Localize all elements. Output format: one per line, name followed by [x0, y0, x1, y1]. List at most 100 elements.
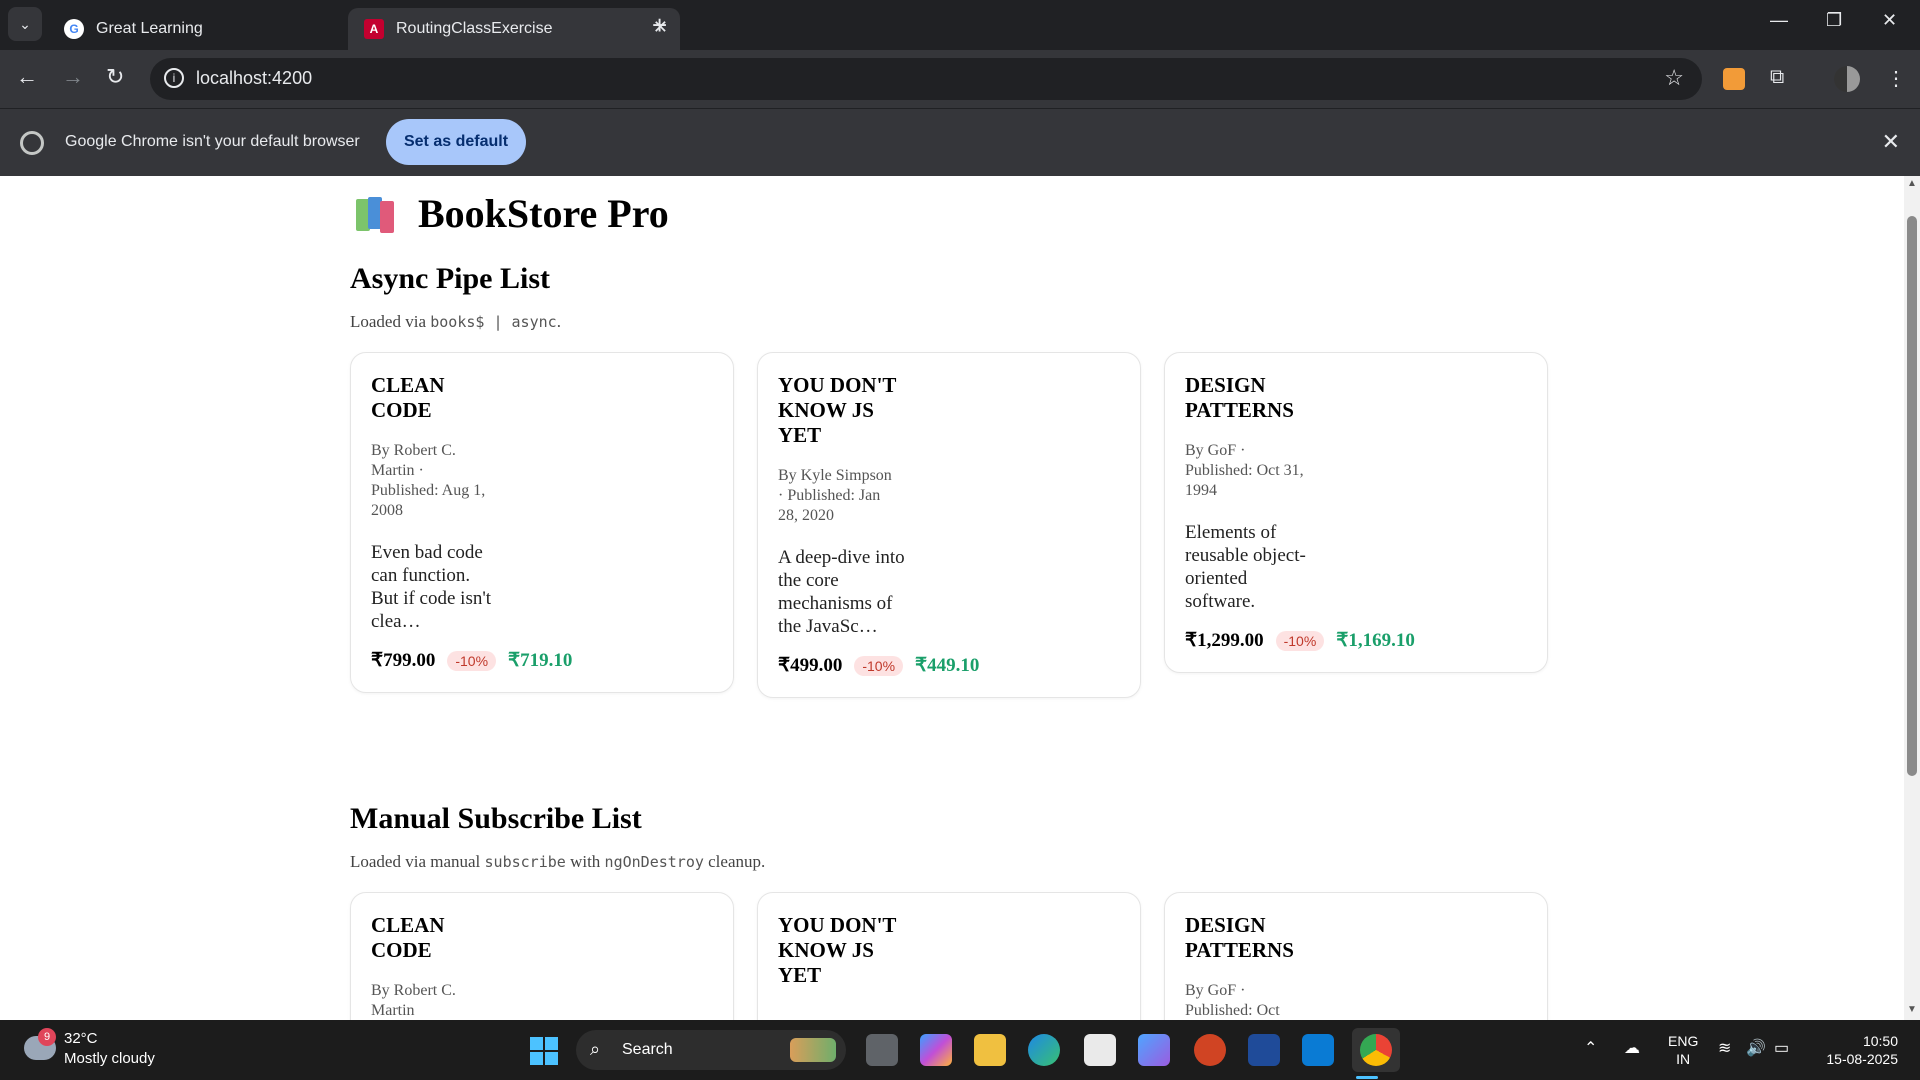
- extension-icon[interactable]: [1723, 68, 1745, 90]
- search-highlight-icon: [790, 1038, 836, 1062]
- book-title: YOU DON'T KNOW JS YET: [778, 373, 897, 447]
- copilot-icon[interactable]: [920, 1034, 952, 1066]
- profile-avatar[interactable]: [1834, 66, 1860, 92]
- search-label: Search: [622, 1041, 673, 1058]
- battery-icon[interactable]: ▭: [1774, 1038, 1789, 1058]
- new-tab-button[interactable]: +: [652, 10, 667, 41]
- sub-text: .: [556, 312, 561, 331]
- book-title: CLEAN CODE: [371, 913, 445, 962]
- tab-search-button[interactable]: ⌄: [8, 7, 42, 41]
- app-icon[interactable]: [1302, 1034, 1334, 1066]
- book-card: YOU DON'T KNOW JS YET: [757, 892, 1141, 1020]
- extensions-puzzle-icon[interactable]: ⧉: [1770, 66, 1784, 89]
- book-meta: By Robert C. Martin · Published: Aug 1, …: [371, 442, 486, 519]
- lang-line: IN: [1676, 1051, 1691, 1067]
- book-description: A deep-dive into the core mechanisms of …: [778, 547, 905, 637]
- microsoft-store-icon[interactable]: [1084, 1034, 1116, 1066]
- tab-routing-class-exercise[interactable]: A RoutingClassExercise ✕: [348, 8, 680, 50]
- original-price: ₹799.00: [371, 650, 436, 671]
- book-title: CLEAN CODE: [371, 373, 445, 422]
- tab-great-learning[interactable]: G Great Learning ✕: [48, 8, 380, 50]
- minimize-icon[interactable]: —: [1770, 10, 1788, 31]
- onedrive-icon[interactable]: ☁: [1624, 1038, 1640, 1058]
- section-subtitle-manual: Loaded via manual subscribe with ngOnDes…: [350, 852, 765, 872]
- browser-toolbar: ← → ↻ i localhost:4200 ☆ ⧉ ⋮: [0, 50, 1920, 108]
- scrollbar-thumb[interactable]: [1907, 216, 1917, 776]
- book-price-row: ₹499.00 -10% ₹449.10: [778, 654, 1120, 677]
- windows-taskbar: 9 32°C Mostly cloudy ⌕ Search ⌃ ☁ ENG IN…: [0, 1020, 1920, 1080]
- file-explorer-icon[interactable]: [974, 1034, 1006, 1066]
- system-clock[interactable]: 10:50 15-08-2025: [1818, 1032, 1898, 1068]
- chrome-icon[interactable]: [1360, 1034, 1392, 1066]
- close-infobar-icon[interactable]: ✕: [1882, 129, 1900, 155]
- microsoft-365-icon[interactable]: [1138, 1034, 1170, 1066]
- page-content: BookStore Pro Async Pipe List Loaded via…: [0, 176, 1904, 1020]
- tab-title: RoutingClassExercise: [396, 20, 553, 37]
- site-title: BookStore Pro: [418, 191, 669, 236]
- book-title: DESIGN PATTERNS: [1185, 913, 1294, 962]
- active-app-indicator: [1356, 1076, 1378, 1079]
- final-price: ₹449.10: [915, 655, 980, 676]
- sub-code: books$ | async: [430, 313, 557, 331]
- volume-icon[interactable]: 🔊: [1746, 1038, 1766, 1058]
- book-meta: By GoF · Published: Oct: [1185, 982, 1280, 1019]
- discount-badge: -10%: [447, 650, 497, 671]
- infobar-message: Google Chrome isn't your default browser: [65, 133, 360, 150]
- language-indicator[interactable]: ENG IN: [1668, 1032, 1698, 1068]
- scroll-down-icon[interactable]: ▼: [1907, 1004, 1917, 1015]
- task-view-icon[interactable]: [866, 1034, 898, 1066]
- search-icon: ⌕: [590, 1039, 601, 1059]
- weather-temperature: 32°C: [64, 1030, 98, 1047]
- taskbar-search[interactable]: ⌕ Search: [576, 1030, 846, 1070]
- chevron-down-icon: ⌄: [19, 15, 31, 32]
- google-g-icon: G: [64, 19, 84, 39]
- wifi-icon[interactable]: ≋: [1718, 1038, 1731, 1058]
- close-window-icon[interactable]: ✕: [1882, 10, 1897, 31]
- book-card: CLEAN CODE By Robert C. Martin · Publish…: [350, 352, 734, 693]
- sub-text: Loaded via: [350, 312, 431, 331]
- set-as-default-button[interactable]: Set as default: [386, 119, 526, 165]
- restore-icon[interactable]: ❐: [1826, 10, 1842, 31]
- address-bar[interactable]: i localhost:4200 ☆: [150, 58, 1702, 100]
- bookmark-star-icon[interactable]: ☆: [1664, 65, 1684, 91]
- weather-description: Mostly cloudy: [64, 1050, 155, 1067]
- book-price-row: ₹799.00 -10% ₹719.10: [371, 649, 713, 672]
- book-description: Elements of reusable object-oriented sof…: [1185, 522, 1306, 612]
- book-meta: By Kyle Simpson · Published: Jan 28, 202…: [778, 467, 892, 524]
- original-price: ₹499.00: [778, 655, 843, 676]
- edge-icon[interactable]: [1028, 1034, 1060, 1066]
- reload-icon[interactable]: ↻: [106, 64, 124, 90]
- default-browser-infobar: Google Chrome isn't your default browser…: [0, 108, 1920, 177]
- powerpoint-icon[interactable]: [1194, 1034, 1226, 1066]
- dev-home-icon[interactable]: [1248, 1034, 1280, 1066]
- book-description: Even bad code can function. But if code …: [371, 542, 492, 632]
- forward-icon[interactable]: →: [62, 64, 84, 90]
- show-hidden-icons-chevron-icon[interactable]: ⌃: [1584, 1038, 1597, 1058]
- sub-text: with: [565, 852, 605, 871]
- tab-title: Great Learning: [96, 20, 203, 37]
- menu-kebab-icon[interactable]: ⋮: [1886, 66, 1906, 91]
- site-header: BookStore Pro: [356, 190, 669, 237]
- final-price: ₹719.10: [508, 650, 573, 671]
- lang-line: ENG: [1668, 1033, 1699, 1049]
- sub-text: cleanup.: [703, 852, 766, 871]
- page-scrollbar[interactable]: ▲ ▼: [1904, 176, 1920, 1020]
- site-info-icon[interactable]: i: [164, 68, 184, 88]
- book-title: DESIGN PATTERNS: [1185, 373, 1294, 422]
- url-text[interactable]: localhost:4200: [196, 68, 312, 89]
- book-card: DESIGN PATTERNS By GoF · Published: Oct …: [1164, 352, 1548, 673]
- discount-badge: -10%: [854, 655, 904, 676]
- clock-date: 15-08-2025: [1826, 1051, 1898, 1067]
- chrome-logo-icon: [20, 131, 44, 155]
- tab-strip: ⌄ G Great Learning ✕ A RoutingClassExerc…: [0, 0, 1920, 50]
- angular-icon: A: [364, 19, 384, 39]
- sub-code: subscribe: [484, 853, 566, 871]
- book-meta: By GoF · Published: Oct 31, 1994: [1185, 442, 1304, 499]
- back-icon[interactable]: ←: [16, 64, 38, 90]
- book-meta: By Robert C. Martin: [371, 982, 456, 1019]
- book-card: DESIGN PATTERNS By GoF · Published: Oct: [1164, 892, 1548, 1020]
- start-windows-icon[interactable]: [530, 1037, 558, 1065]
- scroll-up-icon[interactable]: ▲: [1907, 178, 1917, 189]
- books-icon: [356, 195, 396, 233]
- section-title-manual: Manual Subscribe List: [350, 802, 642, 835]
